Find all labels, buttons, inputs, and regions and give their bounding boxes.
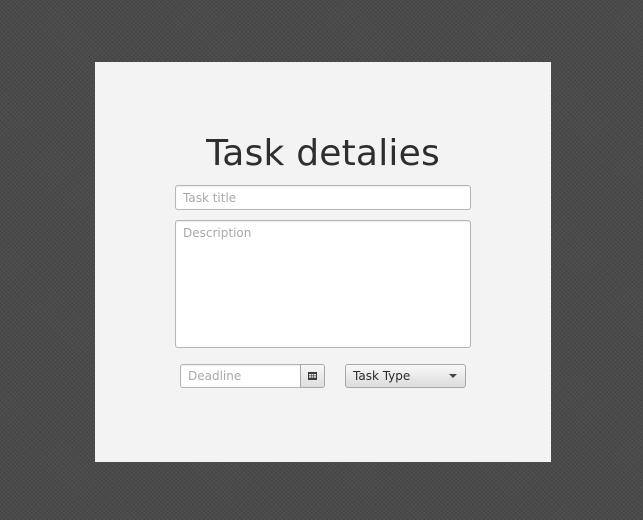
- deadline-date-picker: [180, 364, 325, 388]
- task-type-label: Task Type: [353, 369, 411, 383]
- chevron-down-icon: [449, 374, 457, 378]
- page-title: Task detalies: [206, 133, 440, 174]
- task-details-panel: Task detalies Task Type: [95, 62, 551, 462]
- task-title-input[interactable]: [175, 185, 471, 210]
- description-textarea[interactable]: [175, 220, 471, 348]
- calendar-button[interactable]: [300, 364, 325, 388]
- calendar-icon: [308, 372, 317, 380]
- deadline-input[interactable]: [180, 364, 301, 388]
- task-type-select[interactable]: Task Type: [345, 364, 466, 388]
